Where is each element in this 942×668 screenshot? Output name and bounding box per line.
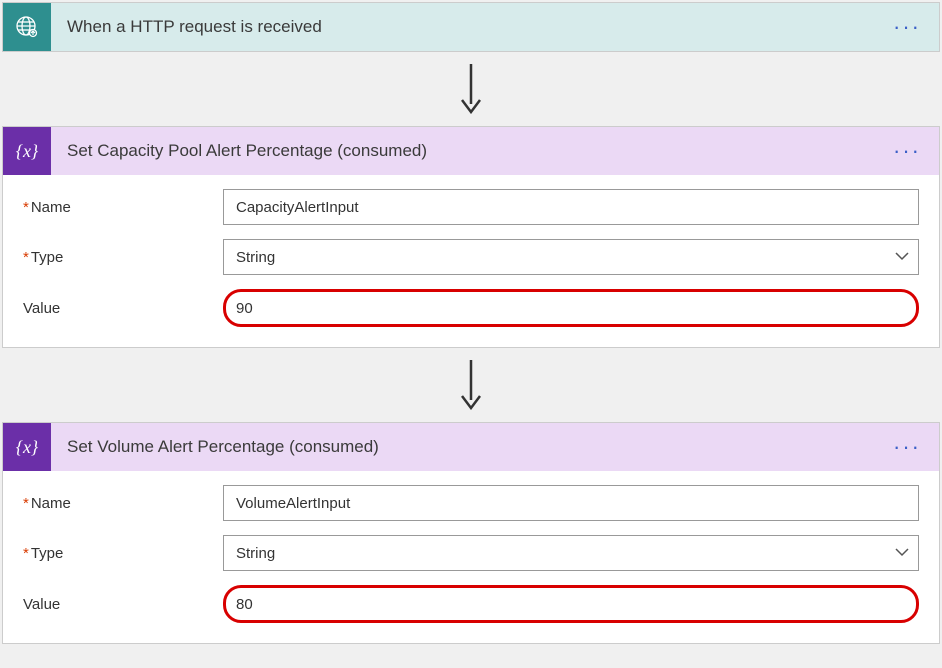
type-select[interactable]: String (223, 535, 919, 571)
more-menu-icon[interactable]: ··· (883, 140, 931, 162)
trigger-http-request[interactable]: When a HTTP request is received ··· (2, 2, 940, 52)
step-set-volume-alert[interactable]: {x} Set Volume Alert Percentage (consume… (2, 422, 940, 644)
type-value: String (236, 545, 275, 562)
step-set-capacity-pool-alert[interactable]: {x} Set Capacity Pool Alert Percentage (… (2, 126, 940, 348)
step1-header[interactable]: {x} Set Capacity Pool Alert Percentage (… (3, 127, 939, 175)
value-input[interactable] (223, 585, 919, 623)
flow-canvas: When a HTTP request is received ··· {x} … (2, 2, 940, 644)
value-label: Value (23, 300, 223, 317)
step2-header[interactable]: {x} Set Volume Alert Percentage (consume… (3, 423, 939, 471)
step1-title: Set Capacity Pool Alert Percentage (cons… (51, 141, 883, 161)
more-menu-icon[interactable]: ··· (883, 436, 931, 458)
type-label: Type (23, 249, 223, 266)
name-label: Name (23, 199, 223, 216)
trigger-header[interactable]: When a HTTP request is received ··· (3, 3, 939, 51)
type-label: Type (23, 545, 223, 562)
type-value: String (236, 249, 275, 266)
value-label: Value (23, 596, 223, 613)
step2-title: Set Volume Alert Percentage (consumed) (51, 437, 883, 457)
value-input[interactable] (223, 289, 919, 327)
name-input[interactable] (223, 189, 919, 225)
name-label: Name (23, 495, 223, 512)
variable-icon: {x} (3, 423, 51, 471)
name-input[interactable] (223, 485, 919, 521)
flow-arrow (456, 348, 486, 422)
type-select[interactable]: String (223, 239, 919, 275)
variable-icon: {x} (3, 127, 51, 175)
more-menu-icon[interactable]: ··· (883, 16, 931, 38)
flow-arrow (456, 52, 486, 126)
trigger-title: When a HTTP request is received (51, 17, 883, 37)
step2-body: Name Type String Value (3, 471, 939, 643)
step1-body: Name Type String Value (3, 175, 939, 347)
http-globe-icon (3, 3, 51, 51)
